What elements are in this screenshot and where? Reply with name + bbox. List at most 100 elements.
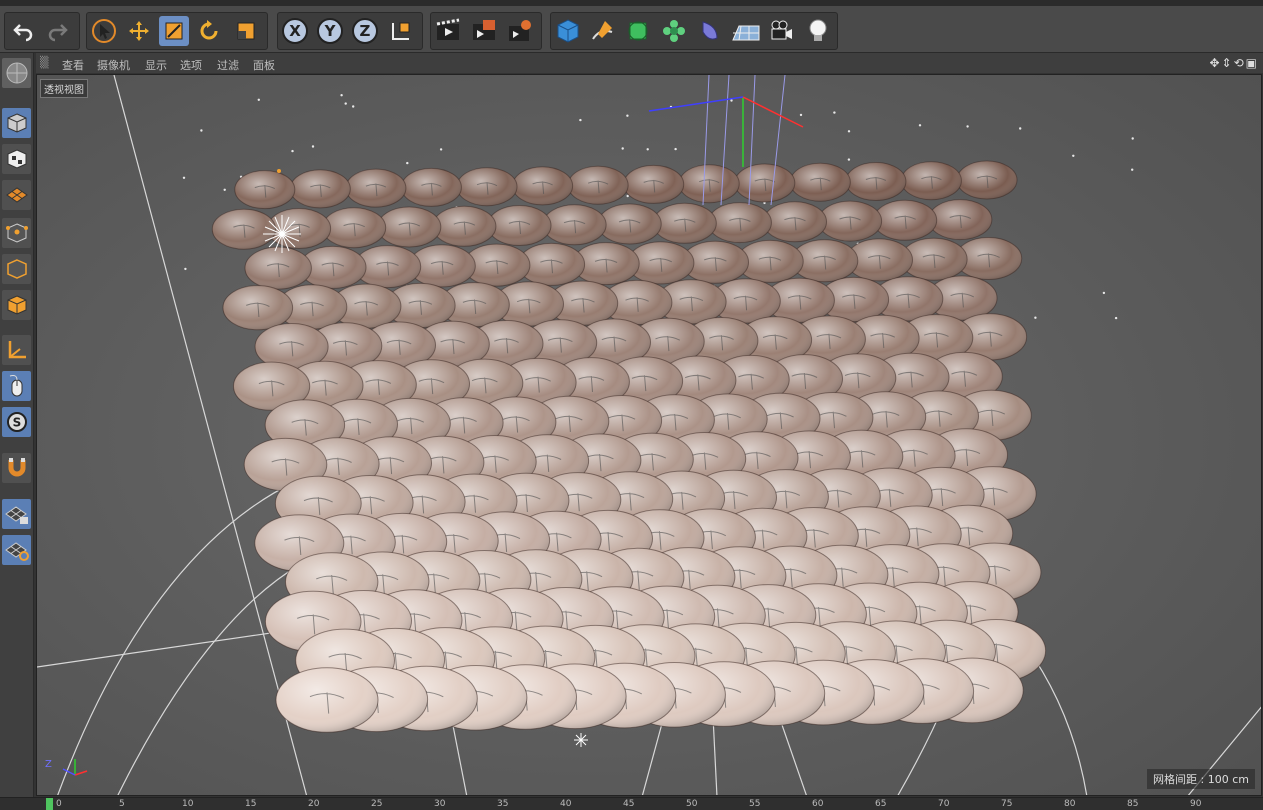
particle-dot: [1114, 316, 1118, 320]
live-selection-icon[interactable]: [231, 16, 261, 46]
light-icon[interactable]: [803, 16, 833, 46]
scale-cell-shading: [276, 667, 378, 733]
axis-y-lock-button[interactable]: Y: [315, 16, 345, 46]
particle-dot: [223, 188, 226, 191]
cloner-icon[interactable]: [659, 16, 689, 46]
timeline-tick: 65: [875, 799, 887, 809]
particle-dot: [1102, 291, 1106, 295]
timeline-tick: 0: [56, 799, 62, 809]
tweak-mode-icon[interactable]: [2, 371, 31, 401]
timeline-tick: 50: [686, 799, 698, 809]
viewport-menu-bar: ▒ 查看 摄像机 显示 选项 过滤 面板 ✥⇕⟲▣: [36, 53, 1263, 73]
cube-icon[interactable]: [553, 16, 583, 46]
menu-filter[interactable]: 过滤: [217, 57, 239, 73]
particle-dot: [918, 124, 922, 127]
viewport-navigation-icons[interactable]: ✥⇕⟲▣: [1209, 56, 1259, 70]
scale-icon[interactable]: [159, 16, 189, 46]
timeline-tick: 75: [1001, 799, 1013, 809]
particle-dot: [182, 176, 186, 179]
particle-dot: [621, 147, 624, 150]
deformer-icon[interactable]: [695, 16, 725, 46]
axis-x-lock-button[interactable]: X: [280, 16, 310, 46]
undo-icon[interactable]: [8, 16, 38, 46]
timeline-tick: 70: [938, 799, 950, 809]
menu-camera[interactable]: 摄像机: [97, 57, 130, 73]
main-toolbar: X Y Z: [0, 6, 1263, 53]
particle-dot: [847, 130, 851, 133]
lock-workplane-icon[interactable]: [2, 499, 31, 529]
svg-text:S: S: [12, 416, 21, 430]
particle-dot: [1072, 154, 1075, 157]
texture-mode-icon[interactable]: [2, 144, 31, 174]
menu-panel[interactable]: 面板: [253, 57, 275, 73]
particle-dot: [1019, 127, 1022, 130]
move-icon[interactable]: [124, 16, 154, 46]
timeline-tick: 10: [182, 799, 194, 809]
particle-dot: [291, 149, 294, 153]
edges-mode-icon[interactable]: [2, 254, 31, 284]
world-axis-z-label: Z: [45, 759, 52, 770]
timeline-tick: 35: [497, 799, 509, 809]
particle-dot: [1131, 137, 1134, 140]
particle-dot: [833, 111, 836, 114]
timeline-current-frame-marker[interactable]: [46, 798, 53, 810]
viewport-canvas: [37, 75, 1261, 795]
snap-icon[interactable]: [2, 453, 31, 483]
particle-dot: [406, 161, 409, 165]
model-mode-icon[interactable]: [2, 108, 31, 138]
points-mode-icon[interactable]: [2, 218, 31, 248]
render-to-picture-viewer-icon[interactable]: [469, 16, 499, 46]
particle-dot: [311, 145, 315, 148]
polygons-mode-icon[interactable]: [2, 290, 31, 320]
viewport-layout-icon[interactable]: [2, 58, 31, 88]
small-light-icon: [574, 733, 588, 747]
particle-dot: [439, 148, 443, 151]
axis-y-label: Y: [317, 18, 343, 44]
render-view-icon[interactable]: [433, 16, 463, 46]
render-settings-icon[interactable]: [505, 16, 535, 46]
particle-dot: [847, 158, 851, 161]
solo-mode-icon[interactable]: S: [2, 407, 31, 437]
particle-dot: [184, 267, 187, 271]
particle-dot: [344, 102, 347, 105]
timeline-tick: 40: [560, 799, 572, 809]
transform-tools-group: [86, 12, 268, 50]
timeline-tick: 85: [1127, 799, 1139, 809]
axis-mode-icon[interactable]: [2, 335, 31, 365]
redo-icon[interactable]: [43, 16, 73, 46]
timeline-ruler[interactable]: 0 5 10 15 20 25 30 35 40 45 50 55 60 65 70 75 80 85 90: [0, 797, 1263, 810]
history-group: [4, 12, 80, 50]
timeline-tick: 80: [1064, 799, 1076, 809]
viewport-grip-icon: ▒: [40, 56, 49, 69]
timeline-tick: 5: [119, 799, 125, 809]
timeline-tick: 55: [749, 799, 761, 809]
timeline-tick: 90: [1190, 799, 1202, 809]
particle-dot: [352, 105, 355, 108]
timeline-tick: 15: [245, 799, 257, 809]
timeline-tick: 45: [623, 799, 635, 809]
menu-options[interactable]: 选项: [180, 57, 202, 73]
camera-icon[interactable]: [767, 16, 797, 46]
render-group: [430, 12, 542, 50]
menu-display[interactable]: 显示: [145, 57, 167, 73]
particle-dot: [626, 114, 629, 117]
perspective-viewport[interactable]: 透视视图 Z 网格间距 : 100 cm: [36, 74, 1262, 796]
timeline-tick: 60: [812, 799, 824, 809]
menu-view[interactable]: 查看: [62, 57, 84, 73]
timeline-tick: 20: [308, 799, 320, 809]
workplane-mode-icon[interactable]: [2, 180, 31, 210]
timeline-tick: 25: [371, 799, 383, 809]
objects-group: [550, 12, 838, 50]
floor-icon[interactable]: [731, 16, 761, 46]
particle-dot: [646, 148, 649, 151]
pen-spline-icon[interactable]: [588, 16, 618, 46]
select-arrow-icon[interactable]: [89, 16, 119, 46]
axis-z-lock-button[interactable]: Z: [350, 16, 380, 46]
coordinate-system-icon[interactable]: [386, 16, 416, 46]
rotate-icon[interactable]: [194, 16, 224, 46]
planar-workplane-icon[interactable]: [2, 535, 31, 565]
particle-dot: [200, 129, 203, 132]
particle-dot: [730, 99, 733, 102]
left-toolbar: S: [0, 53, 34, 809]
subdivision-surface-icon[interactable]: [623, 16, 653, 46]
